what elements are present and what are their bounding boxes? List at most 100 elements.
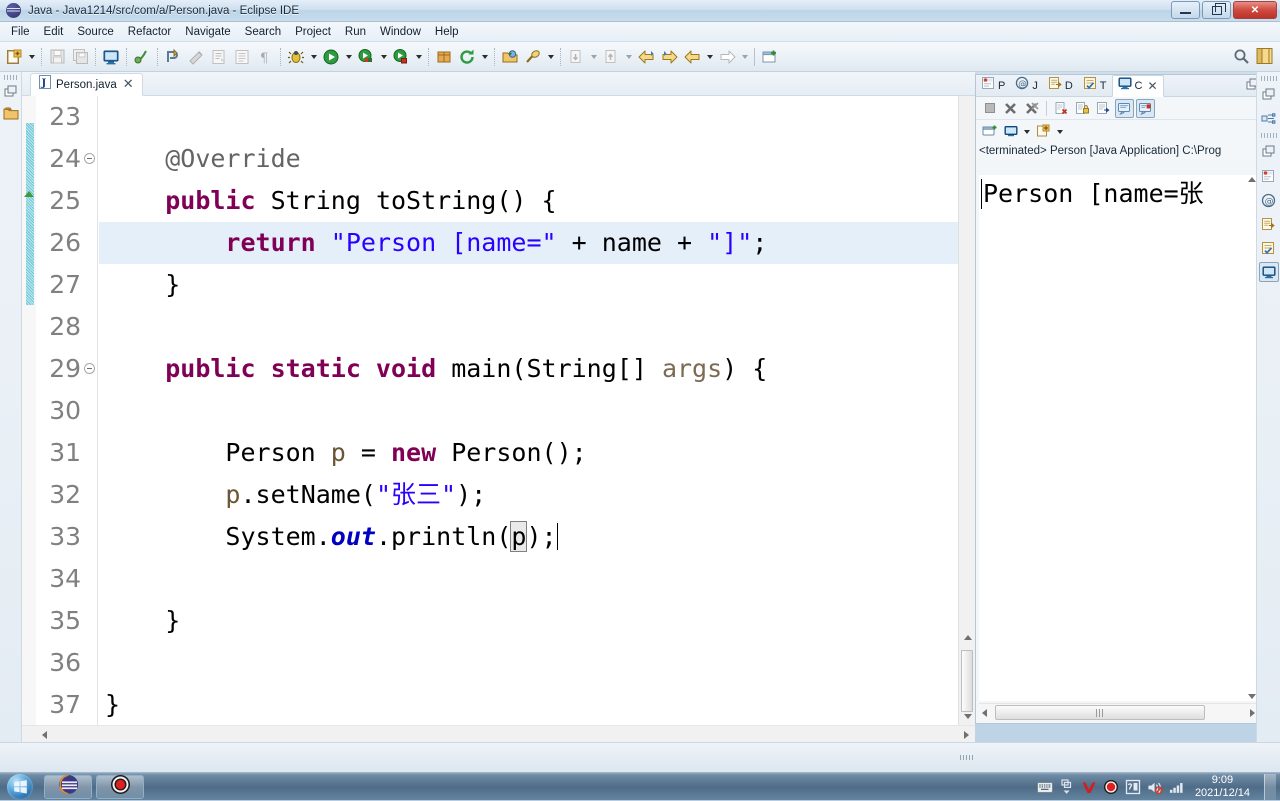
trim-drag-handle[interactable] (1261, 76, 1277, 81)
trim-drag-handle[interactable] (4, 75, 18, 80)
menu-item-edit[interactable]: Edit (37, 24, 71, 40)
code-line[interactable] (99, 642, 958, 684)
code-line[interactable]: } (99, 264, 958, 306)
code-line[interactable]: } (99, 684, 958, 725)
restore-view-icon[interactable] (1, 82, 21, 102)
show-desktop-button[interactable] (1264, 774, 1276, 800)
remove-launch-icon[interactable] (1001, 99, 1020, 118)
open-console-icon[interactable] (1001, 122, 1020, 141)
code-line[interactable]: public static void main(String[] args) { (99, 348, 958, 390)
keyboard-icon[interactable] (1037, 779, 1053, 795)
scroll-up-button[interactable] (959, 629, 975, 646)
code-line[interactable] (99, 390, 958, 432)
scroll-lock-icon[interactable] (1073, 99, 1092, 118)
code-fold-toggle-icon[interactable] (84, 153, 95, 164)
open-resource-icon[interactable] (499, 46, 521, 68)
open-console-dropdown-icon[interactable] (1022, 122, 1032, 141)
prev-annotation-dropdown-icon[interactable] (623, 46, 634, 68)
word-wrap-icon[interactable] (1094, 99, 1113, 118)
outline-icon[interactable] (1259, 109, 1279, 129)
menu-item-window[interactable]: Window (373, 24, 428, 40)
tab-tasks[interactable]: T (1078, 75, 1112, 97)
skip-breakpoints-icon[interactable] (131, 46, 153, 68)
new-wizard-dropdown-icon[interactable] (26, 46, 37, 68)
package-explorer-icon[interactable] (1, 104, 21, 124)
new-window-icon[interactable] (759, 46, 781, 68)
taskbar-eclipse-button[interactable] (44, 775, 92, 799)
console-scroll-right-button[interactable] (1250, 709, 1255, 717)
editor-horizontal-scrollbar[interactable] (22, 725, 975, 742)
menu-item-run[interactable]: Run (338, 24, 373, 40)
clear-console-icon[interactable] (1052, 99, 1071, 118)
menu-item-search[interactable]: Search (238, 24, 288, 40)
code-line[interactable]: System.out.println(p); (99, 516, 958, 558)
console-scroll-up-button[interactable] (1248, 177, 1256, 182)
run-external-icon[interactable] (390, 46, 412, 68)
new-console-view-icon[interactable] (980, 122, 999, 141)
run-icon[interactable] (320, 46, 342, 68)
pilcrow-icon[interactable]: ¶ (254, 46, 276, 68)
minimize-button[interactable] (1171, 1, 1200, 19)
annotation-ruler[interactable] (22, 96, 36, 725)
next-annotation-icon[interactable] (565, 46, 587, 68)
editor-text-area[interactable]: 232425262728293031323334353637 @Override… (22, 96, 975, 742)
next-edit-dropdown-icon[interactable] (739, 46, 750, 68)
input-method-icon[interactable] (1125, 779, 1141, 795)
taskbar-recorder-button[interactable] (96, 775, 144, 799)
menu-item-project[interactable]: Project (288, 24, 338, 40)
menu-item-file[interactable]: File (4, 24, 37, 40)
build-all-icon[interactable] (185, 46, 207, 68)
source-code[interactable]: @Override public String toString() { ret… (99, 96, 958, 725)
menu-item-refactor[interactable]: Refactor (121, 24, 178, 40)
scroll-down-button[interactable] (959, 708, 975, 725)
refresh-dropdown-icon[interactable] (479, 46, 490, 68)
console-options-icon[interactable] (1034, 122, 1053, 141)
tab-console[interactable]: C ✕ (1112, 75, 1164, 97)
restore-view-icon[interactable] (1259, 85, 1279, 105)
coverage-icon[interactable] (355, 46, 377, 68)
code-line[interactable]: p.setName("张三"); (99, 474, 958, 516)
menu-item-help[interactable]: Help (428, 24, 466, 40)
console-output-area[interactable]: Person [name=张 (979, 175, 1261, 701)
volume-muted-icon[interactable] (1147, 779, 1163, 795)
editor-tab-person-java[interactable]: J Person.java ✕ (30, 73, 143, 96)
save-icon[interactable] (46, 46, 68, 68)
menu-item-navigate[interactable]: Navigate (178, 24, 237, 40)
code-line[interactable]: } (99, 600, 958, 642)
status-bar-resize-grip[interactable] (960, 755, 974, 760)
console-hscroll-thumb[interactable] (995, 705, 1205, 720)
prev-edit-dropdown-icon[interactable] (704, 46, 715, 68)
open-task-icon[interactable] (208, 46, 230, 68)
open-type-icon[interactable] (231, 46, 253, 68)
sogou-input-icon[interactable] (1081, 779, 1097, 795)
search-dropdown-icon[interactable] (545, 46, 556, 68)
open-perspective-icon[interactable] (1254, 45, 1276, 67)
next-edit-icon[interactable] (716, 46, 738, 68)
trim-drag-handle[interactable] (1261, 133, 1277, 138)
quick-access-search-icon[interactable] (1230, 45, 1252, 67)
new-wizard-icon[interactable] (3, 46, 25, 68)
tab-javadoc[interactable]: @ J (1010, 75, 1043, 97)
menu-item-source[interactable]: Source (70, 24, 120, 40)
scroll-left-button[interactable] (36, 726, 53, 742)
restore-view-icon[interactable] (1259, 142, 1279, 162)
problems-icon[interactable] (1259, 166, 1279, 186)
tab-problems[interactable]: P (976, 75, 1010, 97)
tab-declaration[interactable]: D (1043, 75, 1078, 97)
scrollbar-thumb[interactable] (961, 650, 973, 712)
prev-annotation-icon[interactable] (600, 46, 622, 68)
new-package-icon[interactable] (433, 46, 455, 68)
console-scroll-left-button[interactable] (982, 709, 987, 717)
console-options-dropdown-icon[interactable] (1055, 122, 1065, 141)
console-icon[interactable] (1259, 262, 1279, 282)
windows-start-orb-icon[interactable] (0, 773, 40, 801)
code-line[interactable] (99, 96, 958, 138)
console-horizontal-scrollbar[interactable] (979, 703, 1261, 721)
editor-tab-close-icon[interactable]: ✕ (122, 78, 135, 91)
display-selected-console-icon[interactable] (1136, 99, 1155, 118)
terminate-icon[interactable] (980, 99, 999, 118)
editor-vertical-scrollbar[interactable] (958, 96, 975, 725)
run-dropdown-icon[interactable] (343, 46, 354, 68)
code-line[interactable]: public String toString() { (99, 180, 958, 222)
back-icon[interactable] (635, 46, 657, 68)
